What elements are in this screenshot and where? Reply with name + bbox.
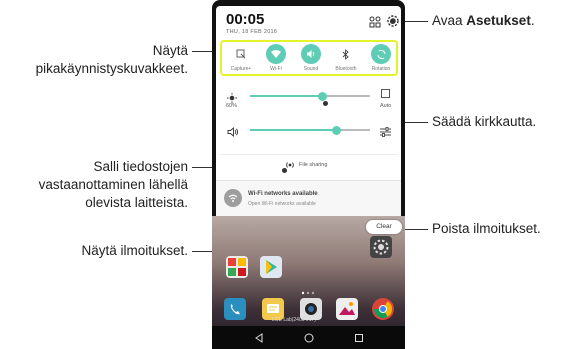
volume-speaker-icon	[227, 124, 239, 142]
notification-subtitle: Open Wi-Fi networks available	[248, 201, 316, 207]
dot-brightness	[323, 101, 328, 106]
brightness-slider-knob[interactable]	[317, 91, 327, 101]
settings-app-icon[interactable]	[370, 236, 392, 258]
volume-slider-knob[interactable]	[331, 125, 341, 135]
callout-quick-settings: Näytä pikakäynnistyskuvakkeet.	[0, 42, 188, 78]
quick-setting-bluetooth[interactable]: Bluetooth	[329, 44, 363, 72]
auto-brightness-checkbox[interactable]	[381, 89, 390, 98]
bluetooth-icon	[336, 44, 356, 64]
file-sharing-label: File sharing	[299, 162, 328, 168]
brightness-percent: 60%	[226, 103, 238, 109]
quick-settings-row: Capture+ Wi-Fi Sound Bluetooth Rotation	[220, 40, 398, 76]
dot-settings	[390, 19, 395, 24]
home-icon[interactable]	[302, 331, 316, 345]
play-store-icon[interactable]	[260, 256, 282, 278]
quick-setting-label: Sound	[303, 66, 319, 72]
callout-quick-settings-line2: pikakäynnistyskuvakkeet.	[35, 61, 188, 76]
notification-card[interactable]: Wi-Fi networks available Open Wi-Fi netw…	[216, 180, 401, 217]
callout-settings-prefix: Avaa	[432, 13, 467, 28]
callout-file-sharing-line3: olevista laitteista.	[85, 195, 188, 210]
carrier-label: LGE Lab(2400 e17)	[272, 317, 316, 323]
phone-app-icon[interactable]	[224, 298, 246, 320]
volume-settings-icon[interactable]	[380, 124, 391, 142]
quick-setting-label: Rotation	[371, 66, 391, 72]
callout-file-sharing-line2: vastaanottaminen lähellä	[38, 177, 188, 192]
status-time: 00:05	[226, 11, 265, 28]
quick-setting-rotation[interactable]: Rotation	[364, 44, 398, 72]
notification-title: Wi-Fi networks available	[248, 191, 318, 197]
back-icon[interactable]	[252, 331, 266, 345]
auto-brightness-label: Auto	[380, 103, 392, 109]
page-indicator	[300, 282, 316, 295]
quick-setting-sound[interactable]: Sound	[294, 44, 328, 72]
callout-file-sharing: Salli tiedostojen vastaanottaminen lähel…	[0, 158, 188, 212]
google-folder-icon[interactable]	[226, 256, 248, 278]
quick-setting-capture[interactable]: Capture+	[224, 44, 258, 72]
brightness-slider-fill	[250, 95, 322, 97]
file-sharing-toggle[interactable]: File sharing	[284, 161, 327, 169]
quick-setting-label: Bluetooth	[335, 66, 357, 72]
wifi-icon	[266, 44, 286, 64]
quick-setting-wi-fi[interactable]: Wi-Fi	[259, 44, 293, 72]
quick-setting-label: Capture+	[230, 66, 252, 72]
status-date: THU, 18 FEB 2016	[226, 29, 278, 35]
gallery-app-icon[interactable]	[336, 298, 358, 320]
callout-brightness: Säädä kirkkautta.	[432, 113, 536, 131]
callout-clear-text: Poista ilmoitukset.	[432, 221, 541, 236]
callout-settings: Avaa Asetukset.	[432, 12, 535, 30]
wifi-notification-icon	[224, 189, 242, 207]
callout-settings-bold: Asetukset	[466, 13, 531, 28]
capture-plus-icon	[231, 44, 251, 64]
dot-file-sharing	[282, 168, 287, 173]
sound-icon	[301, 44, 321, 64]
callout-clear: Poista ilmoitukset.	[432, 220, 541, 238]
chrome-app-icon[interactable]	[372, 298, 394, 320]
volume-slider-fill	[250, 129, 337, 131]
callout-file-sharing-line1: Salli tiedostojen	[93, 159, 188, 174]
navigation-bar	[212, 326, 405, 349]
quick-setting-label: Wi-Fi	[270, 66, 282, 72]
callout-brightness-text: Säädä kirkkautta.	[432, 114, 537, 129]
leader-clear	[402, 229, 428, 230]
rotation-icon	[371, 44, 391, 64]
clear-notifications-button[interactable]: Clear	[366, 220, 402, 234]
callout-notifications: Näytä ilmoitukset.	[0, 242, 188, 260]
callout-quick-settings-line1: Näytä	[152, 43, 188, 58]
recents-icon[interactable]	[352, 331, 366, 345]
panel-divider	[220, 154, 397, 155]
callout-settings-suffix: .	[530, 13, 535, 28]
phone-screen: 00:05 THU, 18 FEB 2016 Capture+ Wi-Fi Soun…	[212, 0, 405, 349]
callout-notifications-text: Näytä ilmoitukset.	[81, 243, 188, 258]
edit-tiles-icon[interactable]	[369, 15, 383, 29]
